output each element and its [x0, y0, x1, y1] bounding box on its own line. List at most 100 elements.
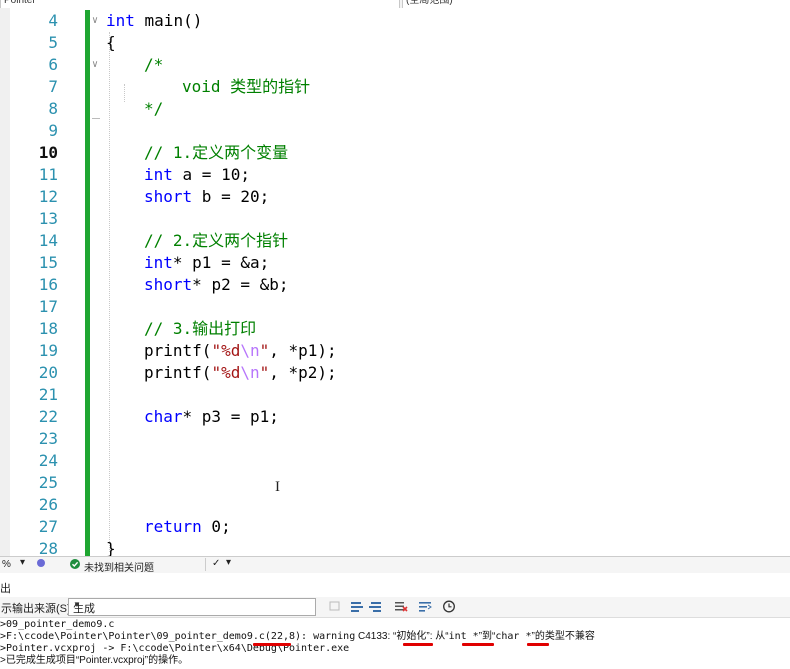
next-message-icon[interactable] [368, 600, 382, 613]
comment: /* [144, 55, 164, 74]
code-text: 0; [201, 517, 231, 536]
output-source-label: 示输出来源(S): [1, 603, 74, 615]
line-number: 17 [38, 297, 58, 316]
previous-message-icon[interactable] [350, 600, 364, 613]
code-line-10: // 1.定义两个变量 [144, 142, 288, 164]
line-number: 26 [38, 495, 58, 514]
clear-all-icon[interactable] [394, 600, 408, 613]
no-issues-icon [70, 559, 80, 569]
code-line-18: // 3.输出打印 [144, 318, 256, 340]
code-line-6: /* [144, 54, 163, 76]
keyword: short [144, 187, 193, 206]
annotation-underline [253, 643, 291, 646]
code-text: * p1 = &a; [172, 253, 270, 272]
keyword: char [144, 407, 183, 426]
annotation-underline [403, 643, 433, 646]
toggle-word-wrap-icon[interactable] [418, 600, 432, 613]
code-text: b = 20; [192, 187, 270, 206]
warning-keyword: warning [313, 631, 356, 642]
line-number: 28 [38, 539, 58, 556]
code-line-22: char* p3 = p1; [144, 406, 279, 428]
escape-sequence: \n [240, 363, 260, 382]
brace: { [106, 33, 116, 52]
change-tracking-bar [85, 10, 90, 556]
comment: // 3.输出打印 [144, 319, 257, 338]
code-text: printf( [144, 341, 212, 360]
warning-location: >F:\ccode\Pointer\Pointer\09_pointer_dem… [0, 631, 314, 642]
fold-collapse-icon[interactable]: ∨ [92, 10, 98, 32]
warning-text-incompatible: 不兼容 [564, 631, 595, 642]
string-literal: " [259, 363, 270, 382]
code-line-16: short* p2 = &b; [144, 274, 289, 296]
output-source-select[interactable]: 生成 ▼ [68, 598, 316, 616]
line-number: 20 [38, 363, 58, 382]
warning-type-from: int * [448, 631, 479, 642]
code-text: main() [134, 11, 203, 30]
code-line-19: printf("%d\n", *p1); [144, 340, 337, 362]
warning-text: ”到“ [478, 631, 496, 642]
line-number: 10 [38, 143, 58, 162]
string-literal: "%d [211, 341, 241, 360]
code-text: printf( [144, 363, 212, 382]
line-number: 18 [38, 319, 58, 338]
keyword: int [144, 165, 173, 184]
line-number: 16 [38, 275, 58, 294]
indent-guide [109, 32, 110, 552]
code-editor[interactable]: 4 5 6 7 8 9 10 11 12 13 14 15 16 17 18 19 20 21 22 23 24 25 26… [0, 8, 790, 556]
code-line-4: int main() [106, 10, 202, 32]
fold-collapse-icon[interactable]: ∨ [92, 54, 98, 76]
output-toolbar: 示输出来源(S): 生成 ▼ [0, 597, 790, 618]
find-message-icon[interactable] [328, 600, 342, 613]
issues-status-text[interactable]: 未找到相关问题 [84, 559, 154, 574]
line-number: 23 [38, 429, 58, 448]
output-text-area[interactable]: >09_pointer_demo9.c >F:\ccode\Pointer\Po… [0, 618, 790, 669]
separator [205, 558, 206, 571]
text-cursor-icon: I [275, 479, 280, 495]
left-margin [0, 8, 10, 556]
line-number: 15 [38, 253, 58, 272]
warning-text: C4133: “初始化”: 从“ [355, 631, 449, 642]
brace: } [106, 539, 116, 556]
line-number: 8 [48, 99, 58, 118]
code-line-8: */ [144, 98, 163, 120]
comment-indent-guide [124, 84, 125, 102]
annotation-underline [527, 643, 549, 646]
code-text: , *p1); [269, 341, 337, 360]
line-number: 4 [48, 11, 58, 30]
line-number: 19 [38, 341, 58, 360]
line-number: 24 [38, 451, 58, 470]
comment: // 1.定义两个变量 [144, 143, 289, 162]
warning-type-to: char * [495, 631, 532, 642]
line-number: 27 [38, 517, 58, 536]
zoom-level[interactable]: % [2, 559, 11, 570]
escape-sequence: \n [240, 341, 260, 360]
code-text: * p2 = &b; [192, 275, 289, 294]
line-number: 12 [38, 187, 58, 206]
code-line-15: int* p1 = &a; [144, 252, 269, 274]
line-number: 21 [38, 385, 58, 404]
code-line-11: int a = 10; [144, 164, 250, 186]
comment: */ [144, 99, 164, 118]
cleanup-brush-icon[interactable]: ✓ [212, 558, 220, 569]
comment: void 类型的指针 [182, 77, 311, 96]
code-line-5: { [106, 32, 116, 54]
code-line-27: return 0; [144, 516, 231, 538]
line-number: 6 [48, 55, 58, 74]
code-text: * p3 = p1; [182, 407, 279, 426]
line-number: 13 [38, 209, 58, 228]
git-status-icon[interactable] [36, 558, 46, 568]
cleanup-dropdown-icon[interactable]: ▾ [226, 557, 231, 568]
keyword: return [144, 517, 202, 536]
annotation-underline [462, 643, 494, 646]
output-line: >已完成生成项目“Pointer.vcxproj”的操作。 [0, 655, 189, 666]
output-panel-title: 出 [0, 583, 11, 595]
string-literal: "%d [211, 363, 241, 382]
code-line-7: void 类型的指针 [182, 76, 310, 98]
line-number: 7 [48, 77, 58, 96]
timestamp-clock-icon[interactable] [442, 600, 456, 613]
chevron-down-icon: ▼ [73, 600, 81, 609]
code-text: , *p2); [269, 363, 337, 382]
zoom-dropdown-icon[interactable]: ▾ [20, 557, 25, 568]
keyword: short [144, 275, 193, 294]
line-number: 5 [48, 33, 58, 52]
